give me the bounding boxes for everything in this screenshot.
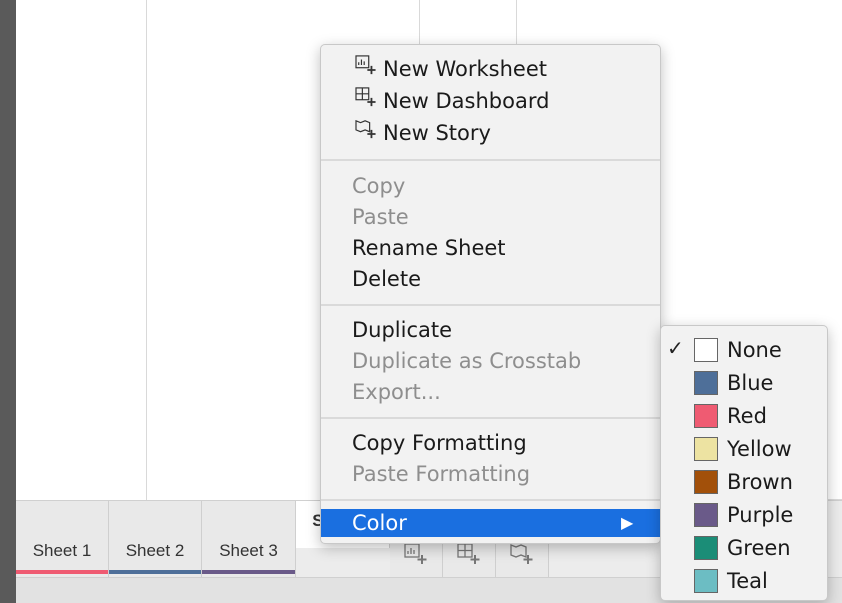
menu-item-label: Color [352, 511, 407, 535]
tab-color-bar [16, 570, 108, 574]
menu-item-paste-formatting[interactable]: Paste Formatting [352, 460, 530, 488]
menu-item-rename-sheet[interactable]: Rename Sheet [352, 234, 506, 262]
color-option-label: Teal [727, 569, 768, 593]
new-story-icon [510, 543, 534, 570]
tab-color-bar [202, 570, 295, 574]
menu-item-new-worksheet[interactable]: New Worksheet [355, 55, 547, 83]
menu-item-paste[interactable]: Paste [352, 203, 409, 231]
menu-item-label: New Dashboard [383, 89, 550, 113]
menu-item-label: New Story [383, 121, 491, 145]
color-option-blue[interactable]: Blue [661, 367, 827, 397]
color-option-label: Yellow [727, 437, 792, 461]
tab-color-bar [109, 570, 201, 574]
tab-label: Sheet 1 [32, 541, 92, 560]
submenu-arrow-icon: ▶ [621, 513, 634, 532]
color-swatch [694, 338, 718, 362]
new-story-icon [355, 118, 383, 146]
color-option-green[interactable]: Green [661, 532, 827, 562]
checkmark-icon: ✓ [667, 336, 684, 360]
menu-item-delete[interactable]: Delete [352, 265, 421, 293]
tab-label: Sheet 3 [219, 541, 278, 560]
menu-item-copy-formatting[interactable]: Copy Formatting [352, 429, 527, 457]
color-swatch [694, 470, 718, 494]
new-dashboard-icon [355, 86, 383, 114]
menu-item-color[interactable]: Color ▶ [321, 509, 660, 537]
color-option-none[interactable]: ✓ None [661, 334, 827, 364]
tab-sheet-3[interactable]: Sheet 3 [202, 501, 296, 577]
tab-sheet-1[interactable]: Sheet 1 [16, 501, 109, 577]
menu-item-duplicate[interactable]: Duplicate [352, 316, 452, 344]
menu-item-copy[interactable]: Copy [352, 172, 405, 200]
color-swatch [694, 569, 718, 593]
color-option-label: Red [727, 404, 767, 428]
color-option-yellow[interactable]: Yellow [661, 433, 827, 463]
color-option-brown[interactable]: Brown [661, 466, 827, 496]
new-worksheet-icon [355, 54, 383, 82]
color-option-label: None [727, 338, 782, 362]
color-option-teal[interactable]: Teal [661, 565, 827, 595]
menu-item-new-story[interactable]: New Story [355, 119, 491, 147]
color-option-purple[interactable]: Purple [661, 499, 827, 529]
color-swatch [694, 437, 718, 461]
color-option-label: Blue [727, 371, 774, 395]
color-swatch [694, 536, 718, 560]
color-option-red[interactable]: Red [661, 400, 827, 430]
menu-separator [321, 499, 660, 501]
tab-sheet-2[interactable]: Sheet 2 [109, 501, 202, 577]
menu-separator [321, 159, 660, 161]
pane-divider [516, 0, 517, 44]
color-swatch [694, 404, 718, 428]
color-option-label: Brown [727, 470, 793, 494]
color-swatch [694, 371, 718, 395]
pane-divider [419, 0, 420, 44]
menu-item-export[interactable]: Export... [352, 378, 441, 406]
tab-label: Sheet 2 [125, 541, 185, 560]
menu-item-duplicate-as-crosstab[interactable]: Duplicate as Crosstab [352, 347, 581, 375]
sheet-context-menu: New Worksheet New Dashboard New Story Co… [320, 44, 661, 544]
menu-item-label: New Worksheet [383, 57, 547, 81]
color-option-label: Purple [727, 503, 794, 527]
menu-separator [321, 417, 660, 419]
new-worksheet-icon [404, 543, 428, 570]
menu-separator [321, 304, 660, 306]
pane-divider [146, 0, 147, 500]
color-submenu: ✓ None Blue Red Yellow Brown Purple Gree… [660, 325, 828, 601]
color-option-label: Green [727, 536, 791, 560]
new-dashboard-icon [457, 543, 481, 570]
color-swatch [694, 503, 718, 527]
menu-item-new-dashboard[interactable]: New Dashboard [355, 87, 549, 115]
